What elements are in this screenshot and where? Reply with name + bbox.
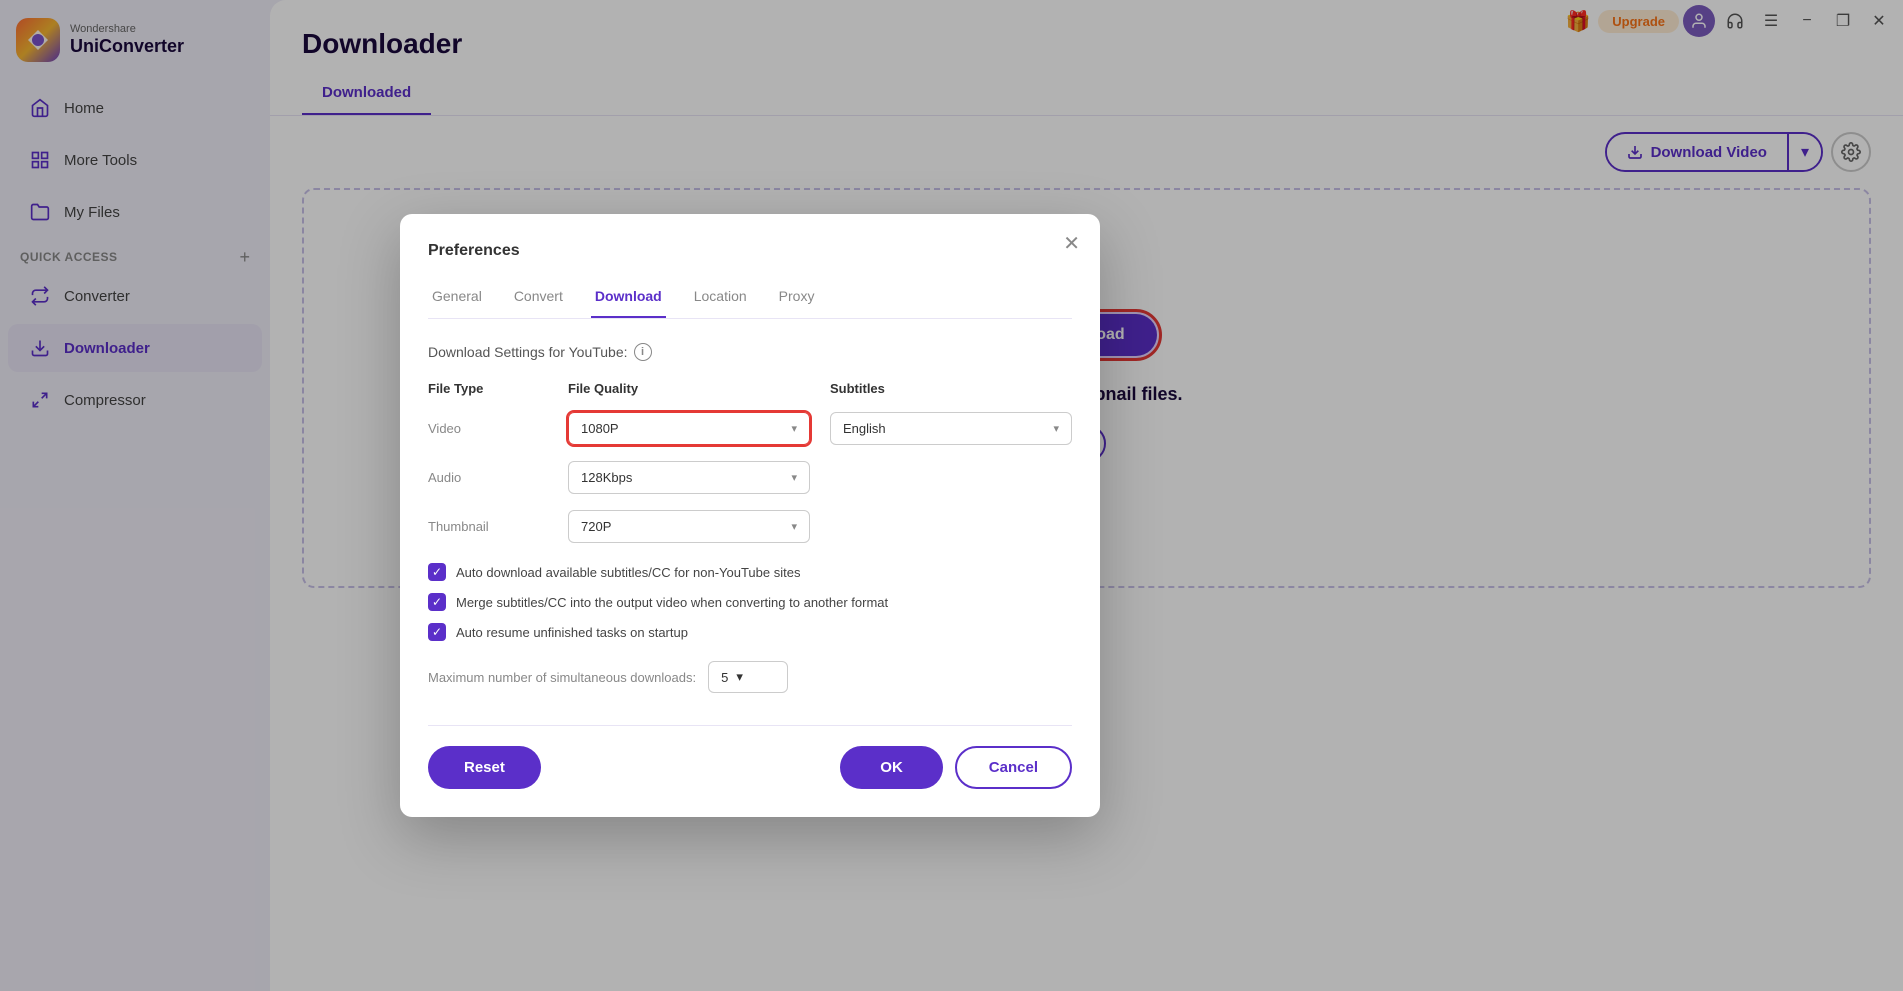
modal-tab-proxy[interactable]: Proxy	[775, 280, 819, 318]
modal-tab-convert[interactable]: Convert	[510, 280, 567, 318]
modal-tab-download[interactable]: Download	[591, 280, 666, 318]
audio-quality-select[interactable]: 128Kbps ▾	[568, 461, 810, 494]
modal-title: Preferences	[428, 242, 1072, 260]
settings-grid: File Type File Quality Subtitles Video 1…	[428, 381, 1072, 543]
check-icon: ✓	[432, 625, 442, 639]
checkbox-auto-subtitles-box[interactable]: ✓	[428, 563, 446, 581]
thumbnail-quality-value: 720P	[581, 519, 611, 534]
settings-subtitle: Download Settings for YouTube: i	[428, 343, 1072, 361]
footer-right: OK Cancel	[840, 746, 1072, 789]
modal-tab-location[interactable]: Location	[690, 280, 751, 318]
max-downloads-value: 5	[721, 670, 728, 685]
checkbox-auto-resume: ✓ Auto resume unfinished tasks on startu…	[428, 623, 1072, 641]
col-file-type-header: File Type	[428, 381, 548, 396]
max-downloads-label: Maximum number of simultaneous downloads…	[428, 670, 696, 685]
file-type-video: Video	[428, 421, 548, 436]
chevron-down-icon: ▾	[736, 669, 743, 685]
chevron-down-icon: ▾	[791, 422, 797, 435]
checkbox-group: ✓ Auto download available subtitles/CC f…	[428, 563, 1072, 641]
modal-close-button[interactable]: ✕	[1063, 234, 1080, 254]
checkbox-auto-subtitles-label: Auto download available subtitles/CC for…	[456, 565, 800, 580]
file-type-audio: Audio	[428, 470, 548, 485]
checkbox-merge-subtitles-box[interactable]: ✓	[428, 593, 446, 611]
preferences-modal: Preferences ✕ General Convert Download L…	[400, 214, 1100, 817]
checkbox-merge-subtitles: ✓ Merge subtitles/CC into the output vid…	[428, 593, 1072, 611]
modal-overlay: Preferences ✕ General Convert Download L…	[0, 0, 1903, 991]
modal-footer: Reset OK Cancel	[428, 725, 1072, 789]
chevron-down-icon: ▾	[791, 520, 797, 533]
video-subtitle-select[interactable]: English ▾	[830, 412, 1072, 445]
max-downloads-row: Maximum number of simultaneous downloads…	[428, 661, 1072, 693]
video-subtitle-value: English	[843, 421, 886, 436]
modal-tab-general[interactable]: General	[428, 280, 486, 318]
thumbnail-quality-select[interactable]: 720P ▾	[568, 510, 810, 543]
file-type-thumbnail: Thumbnail	[428, 519, 548, 534]
info-icon: i	[634, 343, 652, 361]
video-quality-value: 1080P	[581, 421, 619, 436]
cancel-button[interactable]: Cancel	[955, 746, 1072, 789]
checkbox-auto-resume-box[interactable]: ✓	[428, 623, 446, 641]
col-file-quality-header: File Quality	[568, 381, 810, 396]
checkbox-auto-subtitles: ✓ Auto download available subtitles/CC f…	[428, 563, 1072, 581]
modal-tabs: General Convert Download Location Proxy	[428, 280, 1072, 319]
checkbox-auto-resume-label: Auto resume unfinished tasks on startup	[456, 625, 688, 640]
max-downloads-select[interactable]: 5 ▾	[708, 661, 788, 693]
chevron-down-icon: ▾	[791, 471, 797, 484]
col-subtitles-header: Subtitles	[830, 381, 1072, 396]
ok-button[interactable]: OK	[840, 746, 943, 789]
check-icon: ✓	[432, 595, 442, 609]
audio-quality-value: 128Kbps	[581, 470, 632, 485]
reset-button[interactable]: Reset	[428, 746, 541, 789]
chevron-down-icon: ▾	[1053, 422, 1059, 435]
video-quality-select[interactable]: 1080P ▾	[568, 412, 810, 445]
check-icon: ✓	[432, 565, 442, 579]
checkbox-merge-subtitles-label: Merge subtitles/CC into the output video…	[456, 595, 888, 610]
